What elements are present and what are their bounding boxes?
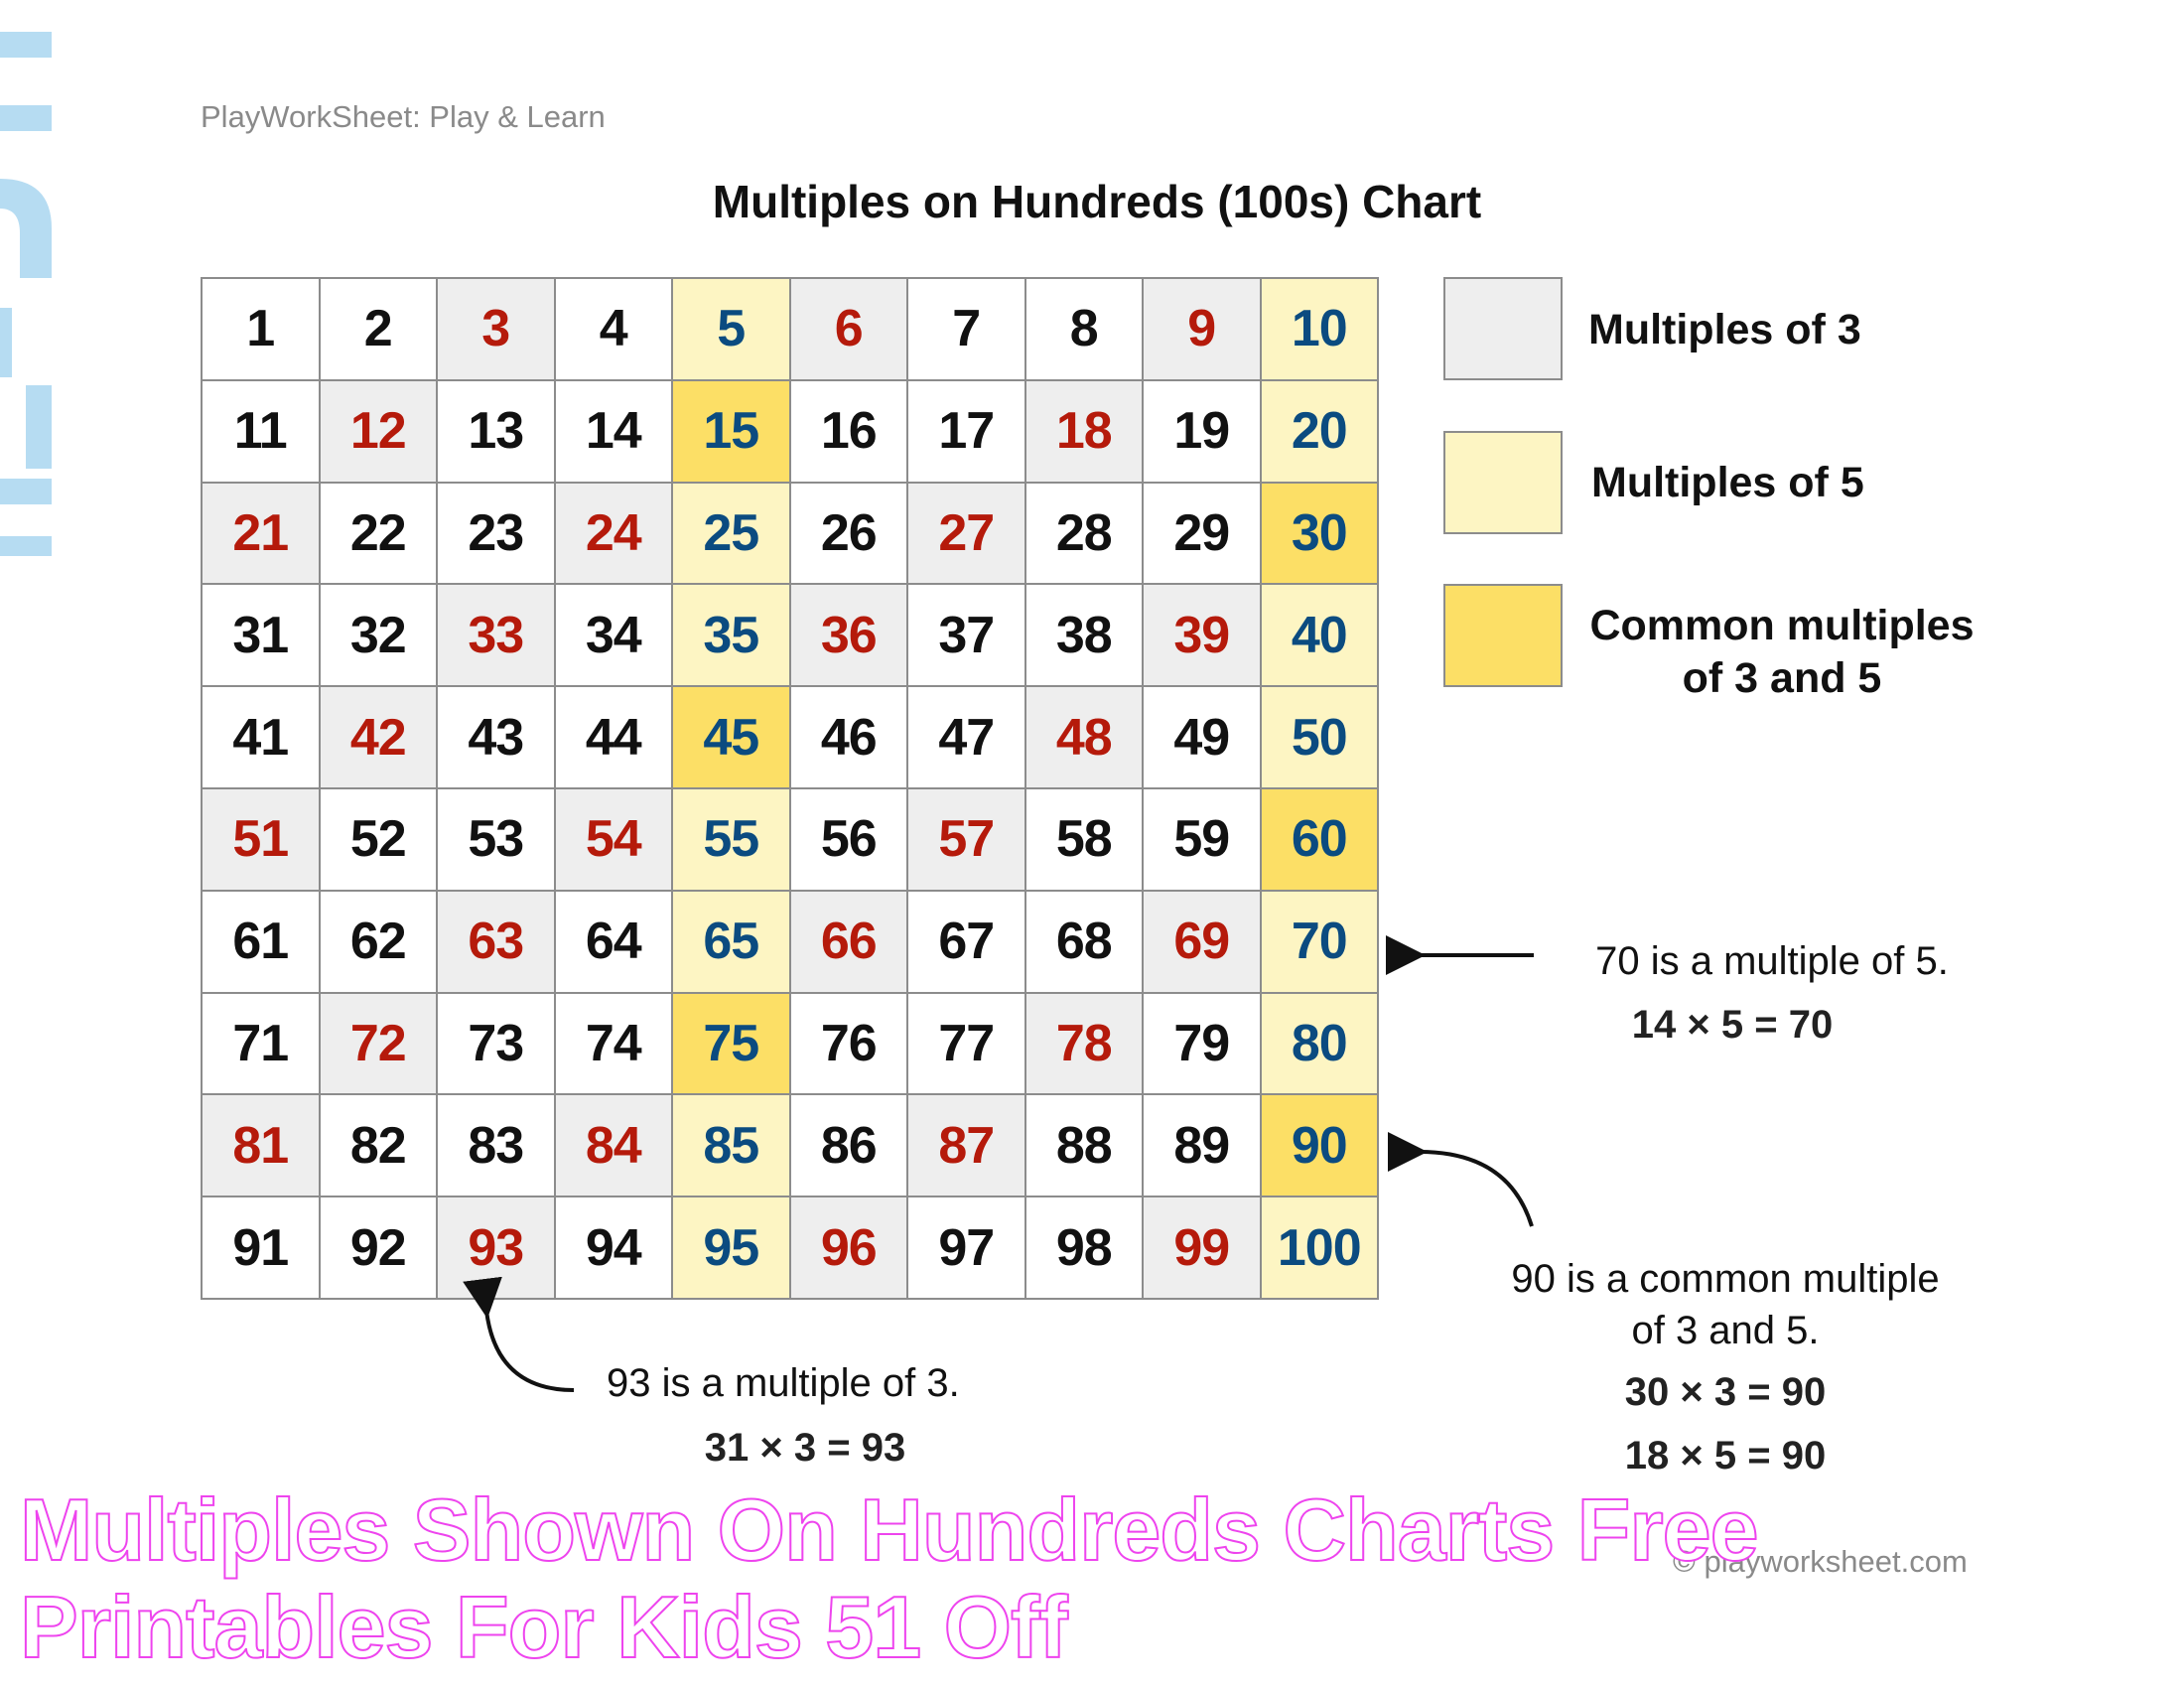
watermark-line-2: Printables For Kids 51 Off xyxy=(19,1577,1069,1677)
arrow-to-90 xyxy=(1387,1131,1534,1227)
annotation-70-text: 70 is a multiple of 5. xyxy=(1595,939,1949,983)
annotation-90-line2: of 3 and 5. xyxy=(1631,1309,1820,1352)
annotation-90-equation-2: 18 × 5 = 90 xyxy=(1624,1434,1827,1477)
annotation-70-equation: 14 × 5 = 70 xyxy=(1631,1003,1834,1047)
annotation-93-equation: 31 × 3 = 93 xyxy=(704,1426,906,1470)
annotation-90-line1: 90 is a common multiple xyxy=(1511,1257,1940,1301)
watermark-line-1: Multiples Shown On Hundreds Charts Free xyxy=(19,1479,1760,1580)
arrow-to-93 xyxy=(463,1276,575,1392)
annotation-90-text: 90 is a common multiple of 3 and 5. xyxy=(1428,1253,2023,1356)
annotation-90-equation-1: 30 × 3 = 90 xyxy=(1624,1370,1827,1414)
annotation-93-text: 93 is a multiple of 3. xyxy=(607,1361,960,1405)
